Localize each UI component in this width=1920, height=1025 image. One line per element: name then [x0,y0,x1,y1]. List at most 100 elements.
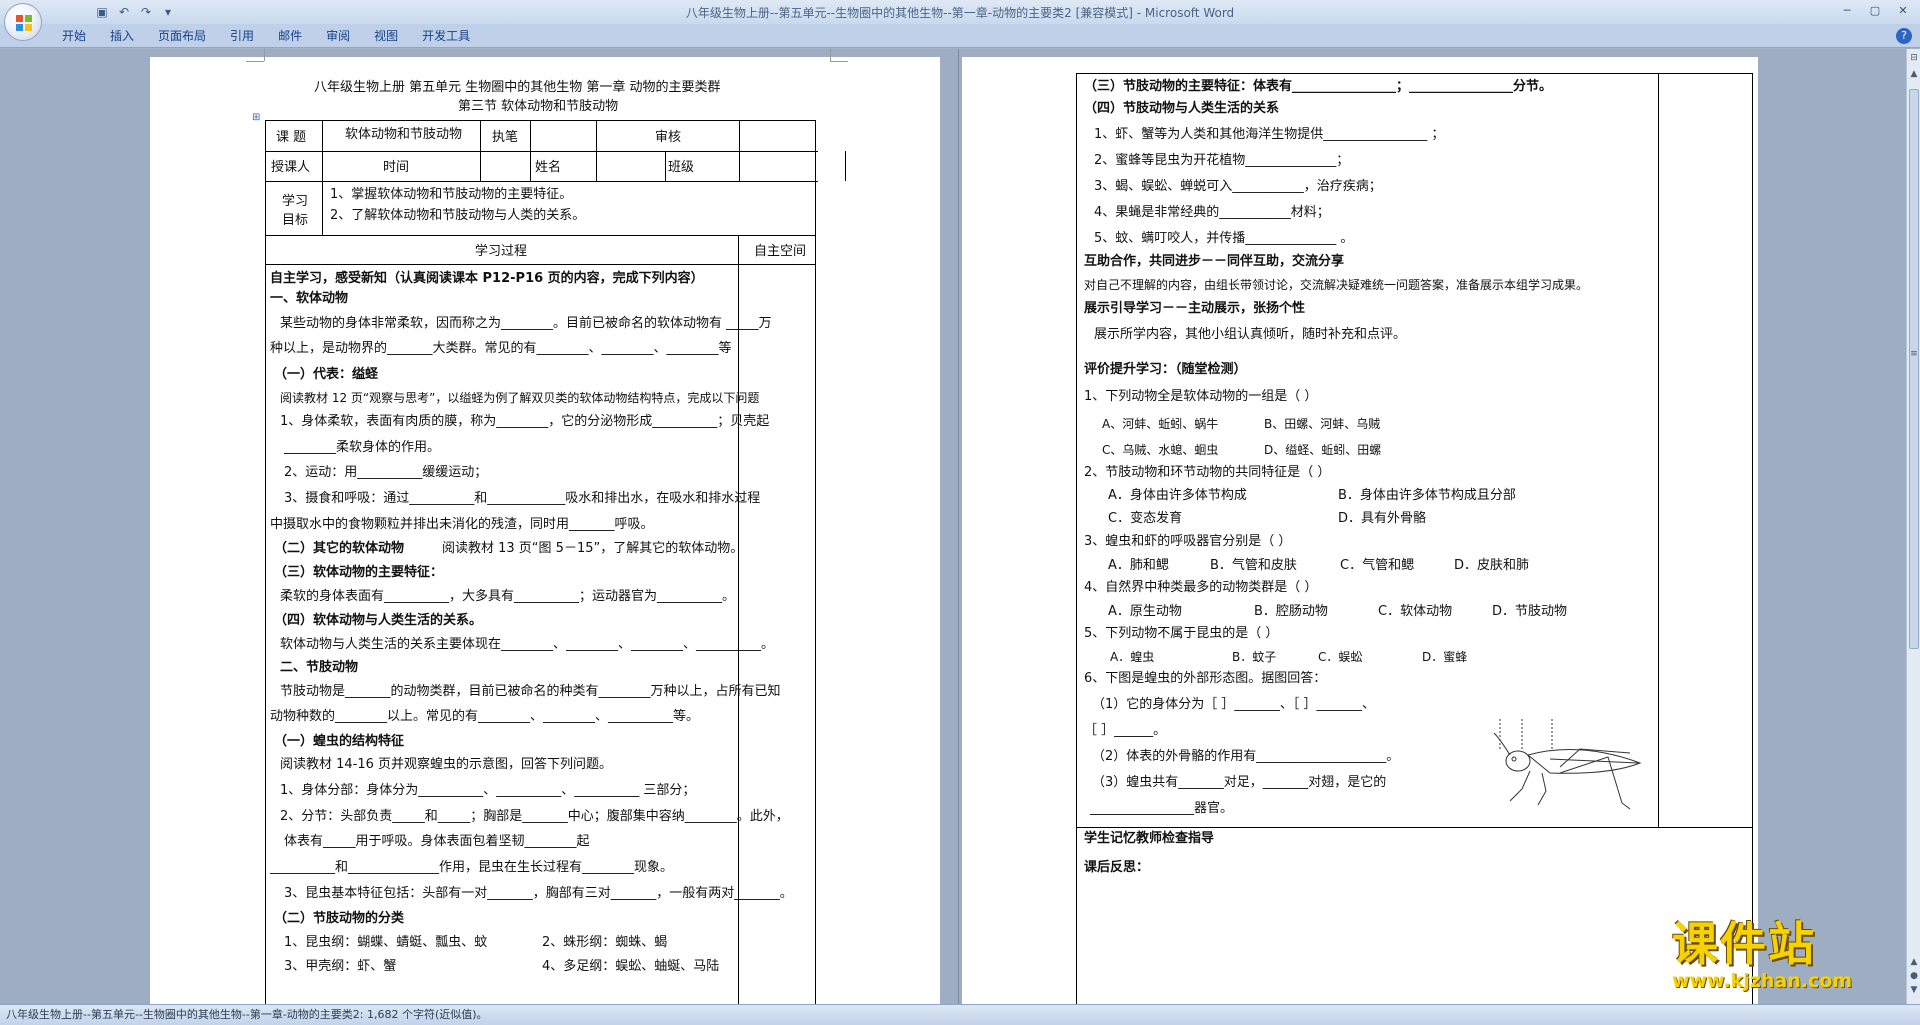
tab-review[interactable]: 审阅 [314,28,362,44]
table-cell-label: 课 题 [276,130,307,145]
body-line: 种以上，是动物界的_______大类群。常见的有________、_______… [270,341,732,356]
body-line: 3、昆虫基本特征包括：头部有一对_______，胸部有三对_______，一般有… [284,886,793,901]
ribbon-tabs: 开始 插入 页面布局 引用 邮件 审阅 视图 开发工具 [50,28,482,44]
ruler-toggle-icon[interactable]: ⊟ [1909,53,1919,63]
quiz-option: D．具有外骨骼 [1338,511,1427,526]
title-bar: ▣ ↶ ↷ ▾ 八年级生物上册--第五单元--生物圈中的其他生物--第一章-动物… [0,0,1920,24]
body-line: 动物种数的________以上。常见的有________、________、__… [270,709,700,724]
tab-references[interactable]: 引用 [218,28,266,44]
quiz-option: D．皮肤和肺 [1454,558,1530,573]
table-line [480,120,481,181]
close-icon[interactable]: ✕ [1890,2,1916,20]
body-line: 3、甲壳纲：虾、蟹 [284,959,397,974]
page-gap [958,49,959,1004]
quiz-subquestion: （3）蝗虫共有_______对足，_______对翅，是它的 [1092,775,1387,790]
body-line: （四）软体动物与人类生活的关系。 [274,613,483,628]
scroll-grip-icon: ≡ [1910,349,1918,359]
quiz-question: 1、下列动物全是软体动物的一组是（ ） [1084,389,1318,404]
table-line [265,120,266,1004]
body-line: （二）其它的软体动物 [274,541,405,556]
document-area[interactable]: 八年级生物上册 第五单元 生物圈中的其他生物 第一章 动物的主要类群 第三节 软… [0,49,1906,1004]
quiz-option: A、河蚌、蚯蚓、蜗牛 [1102,417,1219,431]
table-line [1752,73,1753,1004]
tab-mailings[interactable]: 邮件 [266,28,314,44]
body-line: 1、虾、蟹等为人类和其他海洋生物提供________________ ； [1094,127,1445,142]
scroll-thumb[interactable] [1909,89,1919,649]
margin-mark [830,61,848,62]
table-line [265,151,818,152]
body-line: 软体动物与人类生活的关系主要体现在________、________、_____… [280,637,775,652]
table-cell-label: 姓名 [535,160,562,175]
body-line: 2、分节：头部负责_____和_____；胸部是_______中心；腹部集中容纳… [280,809,789,824]
table-cell-value: 软体动物和节肢动物 [345,127,463,142]
body-line: （一）代表：缢蛏 [274,367,379,382]
table-cell-label: 审核 [655,130,682,145]
body-line: （二）节肢动物的分类 [274,911,405,926]
quiz-option: D．蜜蜂 [1422,650,1468,664]
body-line: 3、蝎、蜈蚣、蝉蜕可入___________，治疗疾病； [1094,179,1382,194]
maximize-icon[interactable]: ▢ [1862,2,1888,20]
body-line: 阅读教材 13 页“图 5－15”，了解其它的软体动物。 [442,541,744,556]
table-line [265,264,815,265]
minimize-icon[interactable]: ─ [1834,2,1860,20]
table-line [265,181,818,182]
window-controls: ─ ▢ ✕ [1834,2,1916,20]
tab-insert[interactable]: 插入 [98,28,146,44]
office-button[interactable] [4,3,42,41]
body-line: 体表有_____用于呼吸。身体表面包着坚韧________起 [284,834,590,849]
tab-developer[interactable]: 开发工具 [410,28,482,44]
margin-mark [830,49,831,61]
table-line [322,120,323,235]
quiz-option: B、田螺、河蚌、乌贼 [1264,417,1381,431]
body-line: 柔软的身体表面有__________，大多具有__________；运动器官为_… [280,589,736,604]
quiz-option: B．腔肠动物 [1254,604,1328,619]
tab-home[interactable]: 开始 [50,28,98,44]
grasshopper-diagram [1493,719,1642,810]
quiz-question: 6、下图是蝗虫的外部形态图。据图回答： [1084,671,1327,686]
body-line: 3、摄食和呼吸：通过__________和____________吸水和排出水，… [284,491,761,506]
body-line: 评价提升学习：（随堂检测） [1084,362,1247,377]
watermark-logo: 课件站 www.kjzhan.com [1672,918,1912,992]
margin-mark [264,49,265,61]
table-line [815,120,816,1004]
body-line: 展示所学内容，其他小组认真倾听，随时补充和点评。 [1094,327,1407,342]
table-cell-label: 目标 [282,213,309,228]
window-title: 八年级生物上册--第五单元--生物圈中的其他生物--第一章-动物的主要类2 [兼… [685,6,1235,20]
quiz-option: A．身体由许多体节构成 [1108,488,1247,503]
body-line: 1、身体分部：身体分为__________、__________、_______… [280,783,696,798]
quiz-question: 5、下列动物不属于昆虫的是（ ） [1084,626,1279,641]
body-line: 2、蛛形纲：蜘蛛、蝎 [542,935,668,950]
table-move-handle-icon[interactable]: ⊞ [252,110,260,126]
body-line: 5、蚊、螨叮咬人，并传播______________ 。 [1094,231,1354,246]
quiz-option: B．身体由许多体节构成且分部 [1338,488,1516,503]
body-line: 4、多足纲：蜈蚣、蚰蜒、马陆 [542,959,720,974]
quiz-subquestion: ［ ］______。 [1084,723,1167,738]
page-1: 八年级生物上册 第五单元 生物圈中的其他生物 第一章 动物的主要类群 第三节 软… [150,49,940,1004]
body-line: 互助合作，共同进步－－同伴互助，交流分享 [1084,254,1345,269]
table-cell-label: 执笔 [492,130,519,145]
watermark-url: www.kjzhan.com [1672,970,1853,992]
body-line: 阅读教材 12 页“观察与思考”，以缢蛏为例了解双贝类的软体动物结构特点，完成以… [280,391,760,405]
body-line: 对自己不理解的内容，由组长带领讨论，交流解决疑难统一问题答案，准备展示本组学习成… [1084,278,1589,292]
scroll-up-icon[interactable]: ▲ [1909,69,1919,79]
table-line [265,235,815,236]
quiz-subquestion: ________________器官。 [1090,801,1234,816]
body-line: ________柔软身体的作用。 [284,440,441,455]
body-line: 中摄取水中的食物颗粒并排出未消化的残渣，同时用_______呼吸。 [270,517,654,532]
tab-view[interactable]: 视图 [362,28,410,44]
learning-goal: 1、掌握软体动物和节肢动物的主要特征。 [330,187,573,202]
body-line: 自主学习，感受新知（认真阅读课本 P12-P16 页的内容，完成下列内容） [270,271,704,286]
margin-mark [246,61,264,62]
body-line: 1、身体柔软，表面有肉质的膜，称为________，它的分泌物形成_______… [280,414,770,429]
quiz-option: A．蝗虫 [1110,650,1155,664]
table-line [1658,73,1659,827]
body-line: 节肢动物是_______的动物类群，目前已被命名的种类有________万种以上… [280,684,781,699]
body-line: 2、蜜蜂等昆虫为开花植物______________； [1094,153,1350,168]
status-bar: 八年级生物上册--第五单元--生物圈中的其他生物--第一章-动物的主要类2: 1… [0,1004,1920,1025]
tab-page-layout[interactable]: 页面布局 [146,28,218,44]
vertical-scrollbar[interactable]: ⊟ ▲ ≡ ▲ ● ▼ [1906,49,1920,1004]
body-line: 4、果蝇是非常经典的___________材料； [1094,205,1330,220]
body-line: 某些动物的身体非常柔软，因而称之为________。目前已被命名的软体动物有 _… [280,316,772,331]
body-line: 1、昆虫纲：蝴蝶、蜻蜓、瓢虫、蚊 [284,935,488,950]
help-icon[interactable]: ? [1896,28,1912,44]
